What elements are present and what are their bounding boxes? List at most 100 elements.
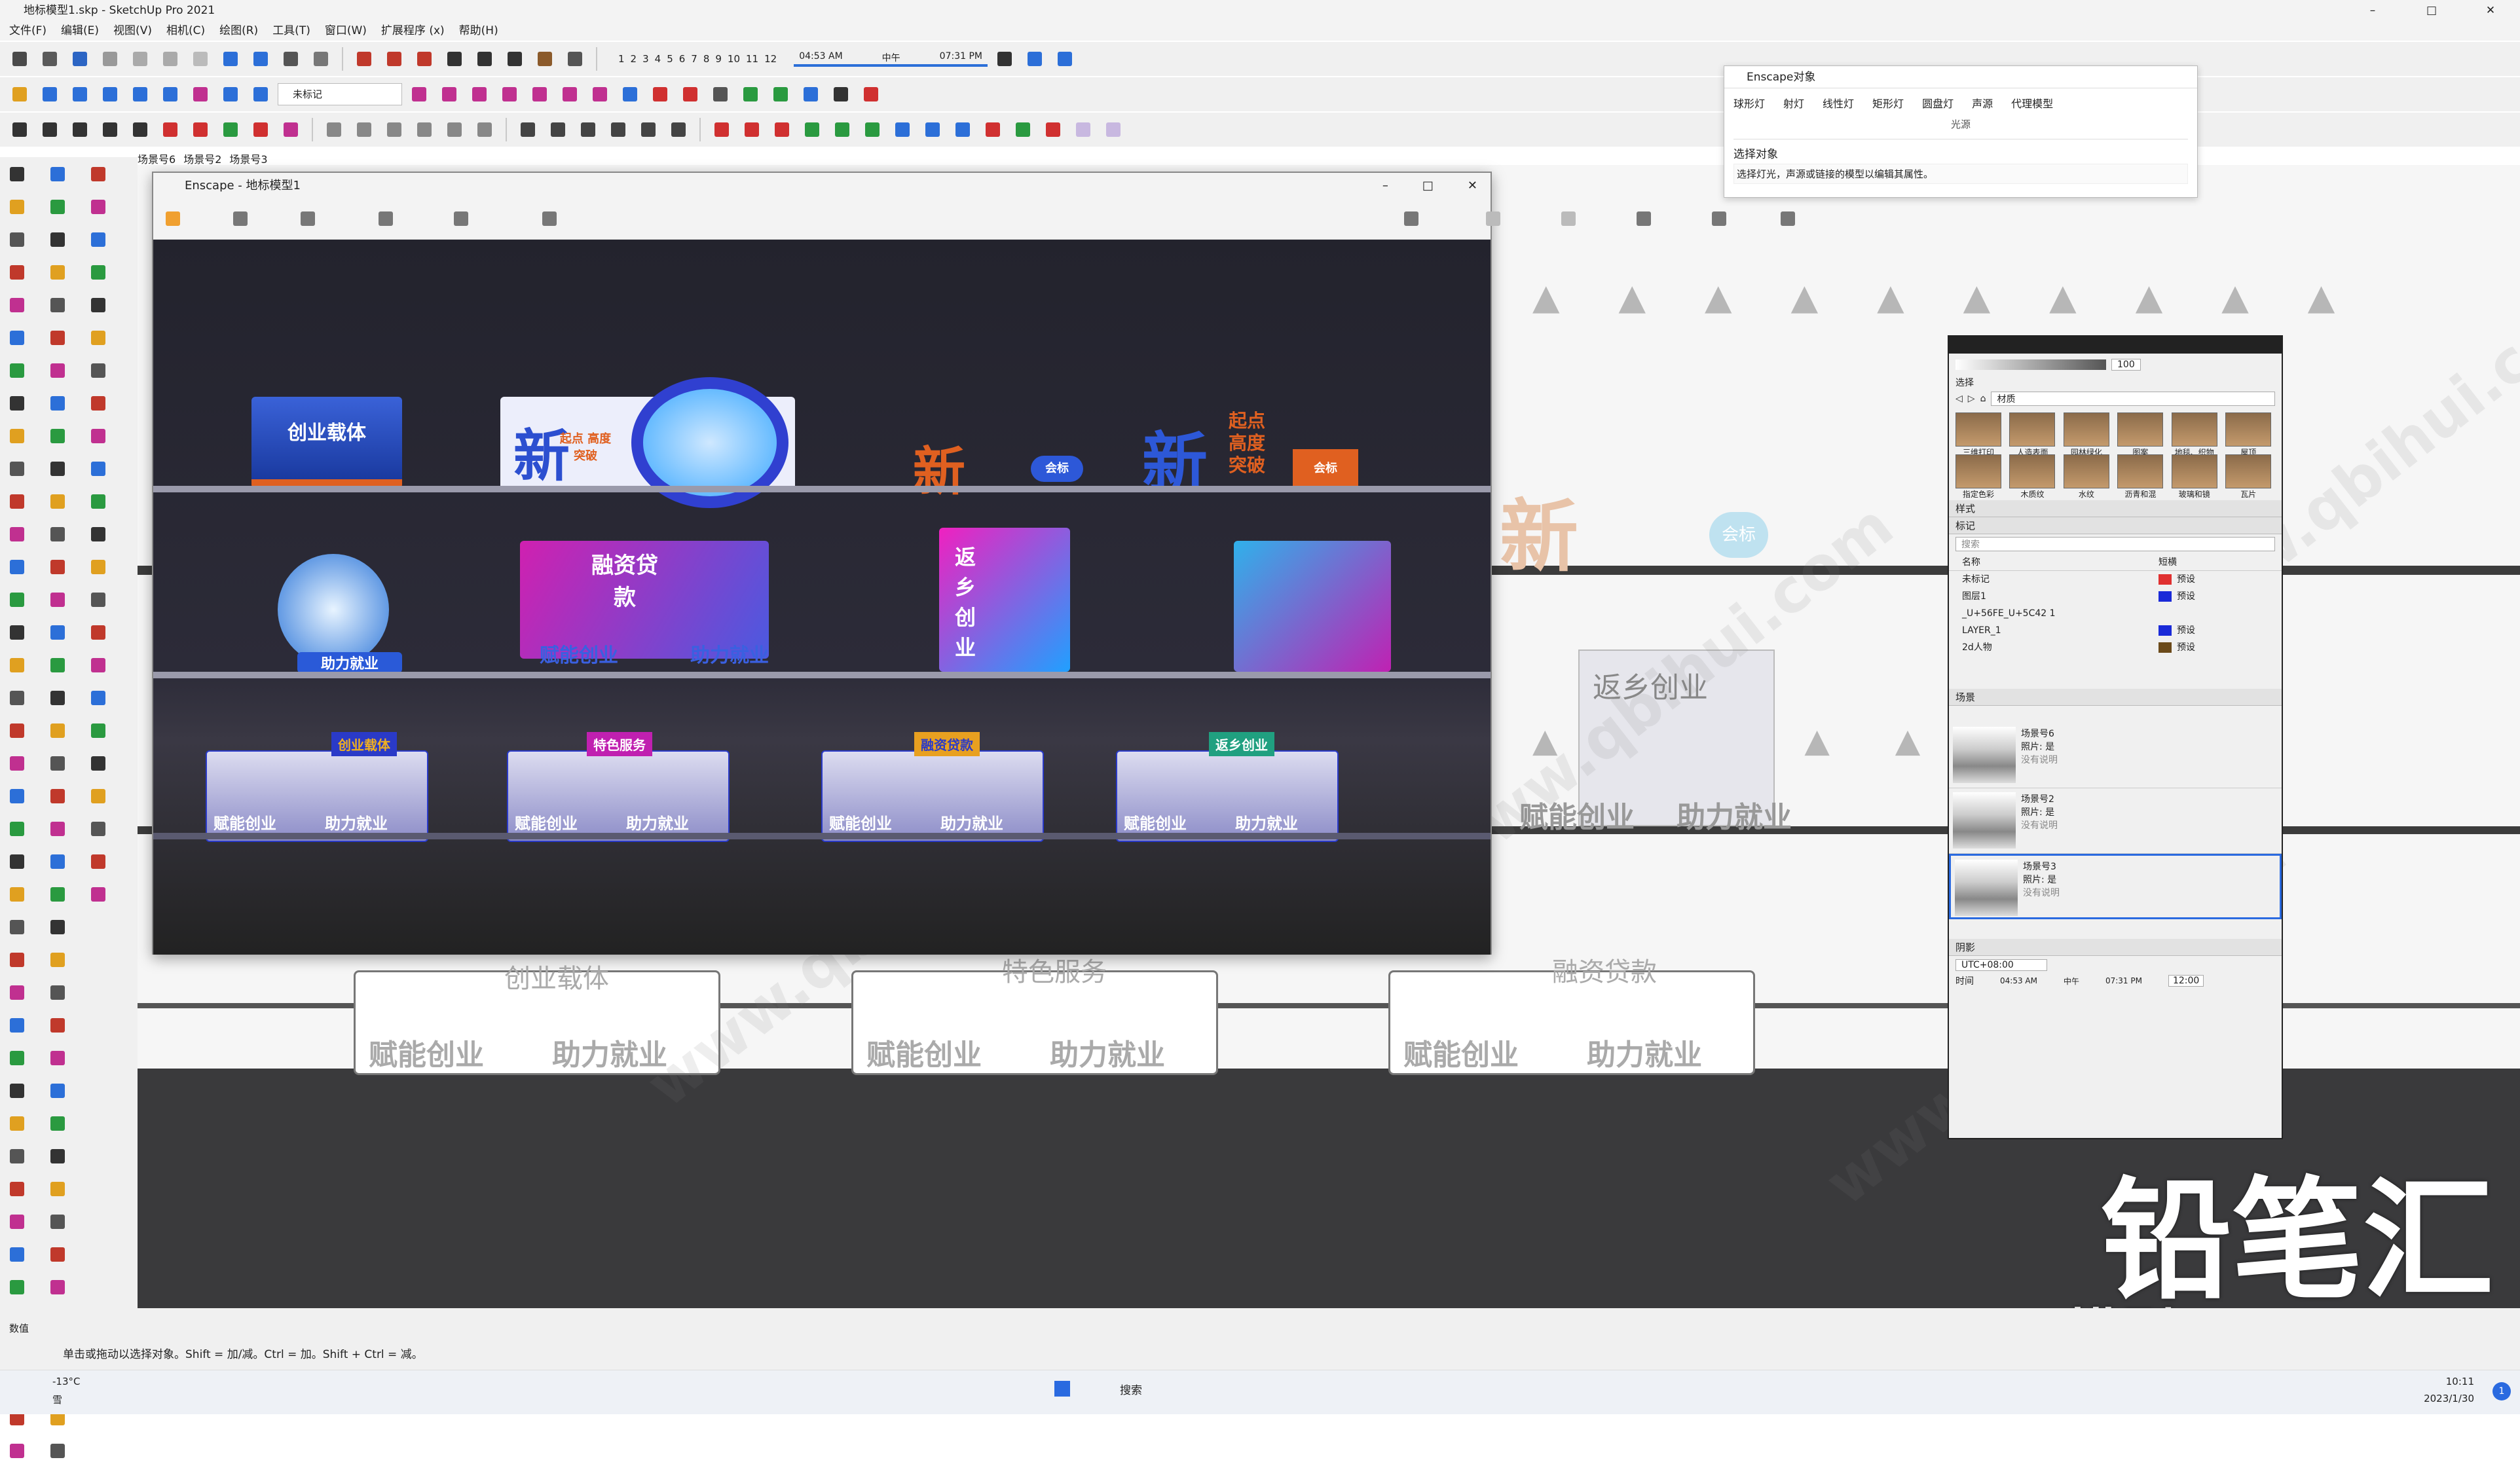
tool-icon[interactable] (4, 521, 30, 547)
tool-icon[interactable] (45, 194, 71, 220)
tool-icon[interactable] (45, 783, 71, 809)
grid-icon[interactable] (798, 81, 824, 107)
hour-4[interactable]: 4 (655, 53, 661, 65)
hour-12[interactable]: 12 (764, 53, 777, 65)
tool-icon[interactable] (45, 1274, 71, 1300)
tag-color-swatch[interactable] (2159, 642, 2172, 653)
align-left-icon[interactable] (709, 117, 735, 143)
tool-icon[interactable] (45, 1012, 71, 1038)
view-back-icon[interactable] (635, 117, 661, 143)
minimize-button[interactable]: – (2343, 0, 2402, 21)
close-button[interactable]: ✕ (2461, 0, 2520, 21)
cut-icon[interactable] (97, 46, 123, 72)
view-right-icon[interactable] (605, 117, 631, 143)
tool-icon[interactable] (4, 947, 30, 973)
enscape-video-icon[interactable] (448, 206, 474, 232)
offset-icon[interactable] (472, 46, 498, 72)
enscape-crop-icon[interactable] (536, 206, 563, 232)
tool-icon[interactable] (85, 849, 111, 875)
box-icon[interactable] (127, 117, 153, 143)
menu-edit[interactable]: 编辑(E) (61, 21, 99, 41)
enscape-cube-icon[interactable] (1480, 206, 1506, 232)
save-icon[interactable] (67, 46, 93, 72)
tool-icon[interactable] (45, 227, 71, 253)
menu-file[interactable]: 文件(F) (9, 21, 46, 41)
tool-icon[interactable] (85, 423, 111, 449)
tool-icon[interactable] (85, 521, 111, 547)
tool-icon[interactable] (85, 587, 111, 613)
menu-extensions[interactable]: 扩展程序 (x) (381, 21, 445, 41)
shadow-time-slider[interactable]: 04:53 AM 中午 07:31 PM (794, 51, 988, 67)
tool-icon[interactable] (85, 259, 111, 285)
hour-5[interactable]: 5 (667, 53, 673, 65)
material-thumb[interactable]: 人造表面 (2009, 412, 2056, 457)
tool-icon[interactable] (4, 1012, 30, 1038)
tool-icon[interactable] (4, 194, 30, 220)
arc-icon[interactable] (127, 81, 153, 107)
house-outline-icon[interactable] (97, 117, 123, 143)
enscape-map-icon[interactable] (1398, 206, 1424, 232)
stack-green-icon[interactable] (1010, 117, 1036, 143)
material-library-select[interactable]: 材质 (1991, 392, 2275, 406)
tool-icon[interactable] (45, 947, 71, 973)
tool-icon[interactable] (85, 718, 111, 744)
tag-color-swatch[interactable] (2159, 574, 2172, 585)
tool-icon[interactable] (45, 161, 71, 187)
wireframe-icon[interactable] (351, 117, 377, 143)
tool-icon[interactable] (45, 325, 71, 351)
enscape-camera-icon[interactable] (295, 206, 321, 232)
material-thumb[interactable]: 水纹 (2063, 454, 2109, 499)
back-icon[interactable]: ◁ (1955, 393, 1963, 404)
table-row[interactable]: _U+56FE_U+5C42 1 (1949, 605, 2282, 622)
material-thumb[interactable]: 木质纹 (2009, 454, 2056, 499)
list-item[interactable]: 场景号6 照片: 是没有说明 (1949, 723, 2282, 788)
tool-icon[interactable] (4, 259, 30, 285)
face-style-icon[interactable] (321, 117, 347, 143)
hour-8[interactable]: 8 (703, 53, 710, 65)
tag-color-swatch[interactable] (2159, 591, 2172, 602)
polyline-icon[interactable] (557, 81, 583, 107)
tool-icon[interactable] (85, 488, 111, 515)
scale-icon[interactable] (411, 46, 437, 72)
distribute-h-icon[interactable] (889, 117, 916, 143)
view-iso-icon[interactable] (515, 117, 541, 143)
enscape-home-icon[interactable] (160, 206, 186, 232)
loft-icon[interactable] (587, 81, 613, 107)
tool-icon[interactable] (85, 194, 111, 220)
proxy-model-button[interactable]: 代理模型 (2011, 95, 2053, 111)
magenta-arrow-icon[interactable] (278, 117, 304, 143)
upload-icon[interactable] (858, 81, 884, 107)
tool-icon[interactable] (4, 1438, 30, 1464)
menu-draw[interactable]: 绘图(R) (219, 21, 258, 41)
material-thumb[interactable]: 屋顶 (2225, 412, 2272, 457)
new-icon[interactable] (7, 46, 33, 72)
hour-3[interactable]: 3 (642, 53, 649, 65)
tool-icon[interactable] (45, 488, 71, 515)
line-light-button[interactable]: 线性灯 (1823, 95, 1854, 111)
open-icon[interactable] (37, 46, 63, 72)
tool-icon[interactable] (4, 914, 30, 940)
chamfer-icon[interactable] (496, 81, 523, 107)
material-thumb[interactable]: 园林绿化 (2063, 412, 2109, 457)
align-middle-icon[interactable] (829, 117, 855, 143)
material-thumb[interactable]: 指定色彩 (1955, 454, 2001, 499)
tool-icon[interactable] (4, 619, 30, 646)
tool-icon[interactable] (4, 1078, 30, 1104)
tool-icon[interactable] (85, 783, 111, 809)
erase-icon[interactable] (187, 46, 213, 72)
line-icon[interactable] (7, 81, 33, 107)
opacity-value[interactable]: 100 (2111, 359, 2141, 371)
enscape-vr-icon[interactable] (1631, 206, 1657, 232)
hidden-line-icon[interactable] (381, 117, 407, 143)
distribute-d-icon[interactable] (950, 117, 976, 143)
select-icon[interactable] (7, 117, 33, 143)
view-left-icon[interactable] (665, 117, 692, 143)
enscape-render-view[interactable]: 创业载体 新 起点 高度 突破 新 会标 新 起点 高度 突破 会标 助力就业 … (153, 240, 1491, 955)
tool-icon[interactable] (85, 750, 111, 777)
warehouse-icon[interactable] (1022, 46, 1048, 72)
tool-icon[interactable] (45, 1176, 71, 1202)
tool-icon[interactable] (45, 390, 71, 416)
tool-icon[interactable] (4, 390, 30, 416)
leaf-icon[interactable] (737, 81, 764, 107)
tool-icon[interactable] (85, 325, 111, 351)
